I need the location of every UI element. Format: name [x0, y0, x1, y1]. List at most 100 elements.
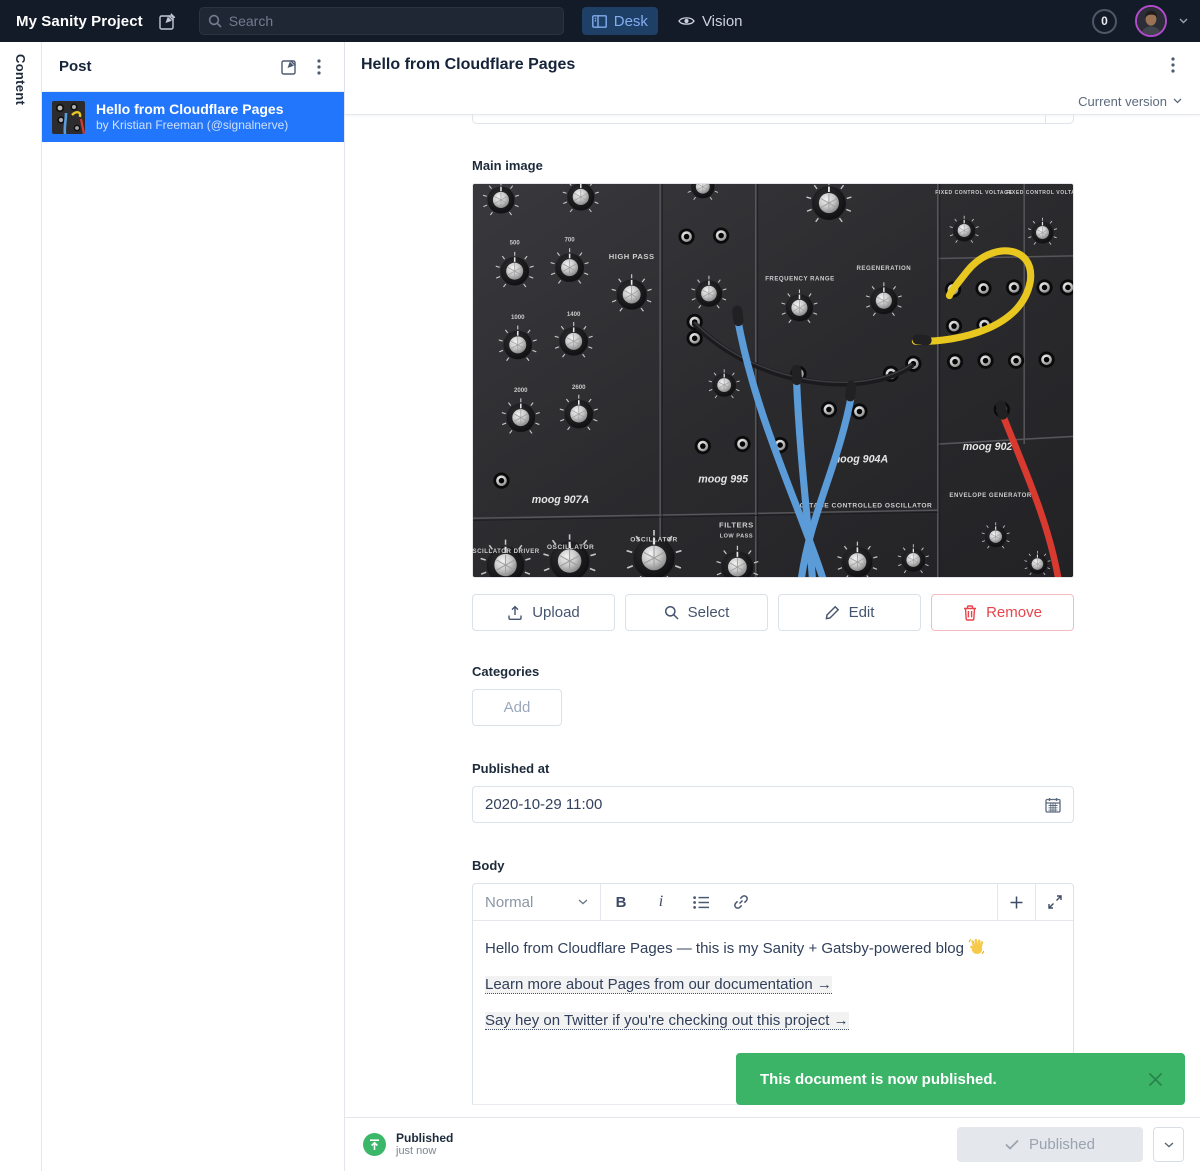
panel-label: FIXED CONTROL VOLTAGE: [935, 190, 1012, 196]
content-rail-label: Content: [13, 54, 28, 1171]
body-editor-content[interactable]: Hello from Cloudflare Pages — this is my…: [473, 921, 1073, 1032]
bold-button[interactable]: B: [601, 884, 641, 920]
knob-scale-label: 700: [565, 237, 576, 244]
body-text: Hello from Cloudflare Pages — this is my…: [485, 940, 964, 957]
knob-scale-label: 2600: [572, 384, 586, 391]
knob-scale-label: 500: [510, 240, 521, 247]
trash-icon: [963, 605, 977, 621]
panel-label: FILTERS: [719, 520, 754, 529]
knob-scale-label: 1400: [567, 311, 581, 318]
body-paragraph: Hello from Cloudflare Pages — this is my…: [485, 938, 1061, 960]
bullet-list-icon: [693, 896, 709, 909]
text-style-value: Normal: [485, 894, 570, 911]
publish-toast: This document is now published.: [736, 1053, 1185, 1105]
publish-menu-button[interactable]: [1153, 1127, 1184, 1162]
top-navbar: My Sanity Project Desk: [0, 0, 1200, 42]
desk-icon: [592, 15, 607, 28]
document-title: Hello from Cloudflare Pages: [361, 56, 1158, 74]
slug-input-cutoff[interactable]: [472, 115, 1074, 124]
published-status-icon: [363, 1133, 386, 1156]
select-button-label: Select: [688, 604, 730, 621]
editor-toolbar: Normal B i: [473, 884, 1073, 921]
status-badge[interactable]: 0: [1092, 9, 1117, 34]
publish-status-title: Published: [396, 1131, 453, 1145]
expand-icon: [1048, 895, 1062, 909]
panel-label: OSCILLATOR: [630, 537, 677, 544]
body-label: Body: [472, 858, 1074, 873]
project-title: My Sanity Project: [16, 13, 143, 30]
content-rail[interactable]: Content: [0, 42, 42, 1171]
panel-label: OSCILLATOR: [547, 544, 594, 551]
create-post-button[interactable]: [274, 52, 304, 82]
document-form-scroll[interactable]: Main image: [345, 115, 1200, 1117]
badge-count: 0: [1101, 14, 1108, 28]
avatar[interactable]: [1135, 5, 1167, 37]
add-category-label: Add: [504, 699, 531, 716]
chevron-down-icon: [1173, 98, 1182, 104]
pencil-icon: [825, 605, 840, 620]
list-item[interactable]: Hello from Cloudflare Pages by Kristian …: [42, 92, 344, 142]
publish-button[interactable]: Published: [957, 1127, 1143, 1162]
list-item-subtitle: by Kristian Freeman (@signalnerve): [96, 118, 288, 133]
remove-button-label: Remove: [986, 604, 1042, 621]
search-input[interactable]: [229, 13, 555, 29]
version-selector[interactable]: Current version: [345, 88, 1200, 114]
compose-icon: [159, 13, 176, 30]
post-list-header: Post: [42, 42, 344, 92]
main-image-preview[interactable]: HIGH PASS FREQUENCY RANGE REGENERATION F…: [472, 183, 1074, 578]
tab-vision-label: Vision: [702, 13, 743, 30]
published-at-value: 2020-10-29 11:00: [485, 796, 1037, 813]
link-button[interactable]: [721, 884, 761, 920]
chevron-down-icon: [1164, 1142, 1174, 1148]
panel-label: FREQUENCY RANGE: [765, 275, 834, 282]
post-list-title: Post: [59, 58, 274, 75]
bullet-list-button[interactable]: [681, 884, 721, 920]
body-paragraph: Say hey on Twitter if you're checking ou…: [485, 1010, 1061, 1032]
post-list-panel: Post: [42, 42, 345, 1171]
select-button[interactable]: Select: [625, 594, 768, 631]
global-search[interactable]: [199, 7, 564, 35]
toast-close-button[interactable]: [1141, 1065, 1169, 1093]
body-link[interactable]: Learn more about Pages from our document…: [485, 976, 832, 994]
main-image-label: Main image: [472, 158, 1074, 173]
panel-label: HIGH PASS: [609, 252, 655, 261]
panel-label: LOW PASS: [720, 534, 753, 540]
post-list-menu-button[interactable]: [304, 52, 334, 82]
panel-label: REGENERATION: [856, 265, 911, 272]
insert-block-button[interactable]: [997, 884, 1035, 920]
plus-icon: [1010, 896, 1023, 909]
user-menu-chevron-icon[interactable]: [1179, 18, 1188, 24]
wave-emoji: [968, 938, 985, 955]
calendar-icon[interactable]: [1045, 797, 1061, 813]
publish-button-label: Published: [1029, 1136, 1095, 1153]
module-label: moog 907A: [532, 494, 589, 506]
upload-button-label: Upload: [532, 604, 580, 621]
italic-button[interactable]: i: [641, 884, 681, 920]
published-at-input[interactable]: 2020-10-29 11:00: [472, 786, 1074, 823]
tab-vision[interactable]: Vision: [668, 7, 753, 35]
document-header: Hello from Cloudflare Pages Current vers…: [345, 42, 1200, 115]
post-thumbnail: [52, 101, 85, 134]
list-item-title: Hello from Cloudflare Pages: [96, 101, 288, 118]
document-menu-button[interactable]: [1158, 50, 1188, 80]
bold-label: B: [616, 894, 627, 911]
body-link[interactable]: Say hey on Twitter if you're checking ou…: [485, 1012, 849, 1030]
tab-desk[interactable]: Desk: [582, 7, 658, 35]
fullscreen-button[interactable]: [1035, 884, 1073, 920]
image-actions: Upload Select: [472, 594, 1074, 631]
edit-button-label: Edit: [849, 604, 875, 621]
search-icon: [208, 14, 222, 28]
panel-label: FIXED CONTROL VOLTAGE: [1006, 190, 1073, 196]
compose-icon: [281, 58, 298, 75]
categories-label: Categories: [472, 664, 1074, 679]
link-icon: [733, 894, 749, 910]
document-panel: Hello from Cloudflare Pages Current vers…: [345, 42, 1200, 1171]
new-document-button[interactable]: [153, 6, 183, 36]
remove-button[interactable]: Remove: [931, 594, 1074, 631]
check-icon: [1005, 1139, 1019, 1150]
edit-button[interactable]: Edit: [778, 594, 921, 631]
add-category-button[interactable]: Add: [472, 689, 562, 726]
eye-icon: [678, 15, 695, 27]
upload-button[interactable]: Upload: [472, 594, 615, 631]
text-style-select[interactable]: Normal: [473, 884, 601, 920]
